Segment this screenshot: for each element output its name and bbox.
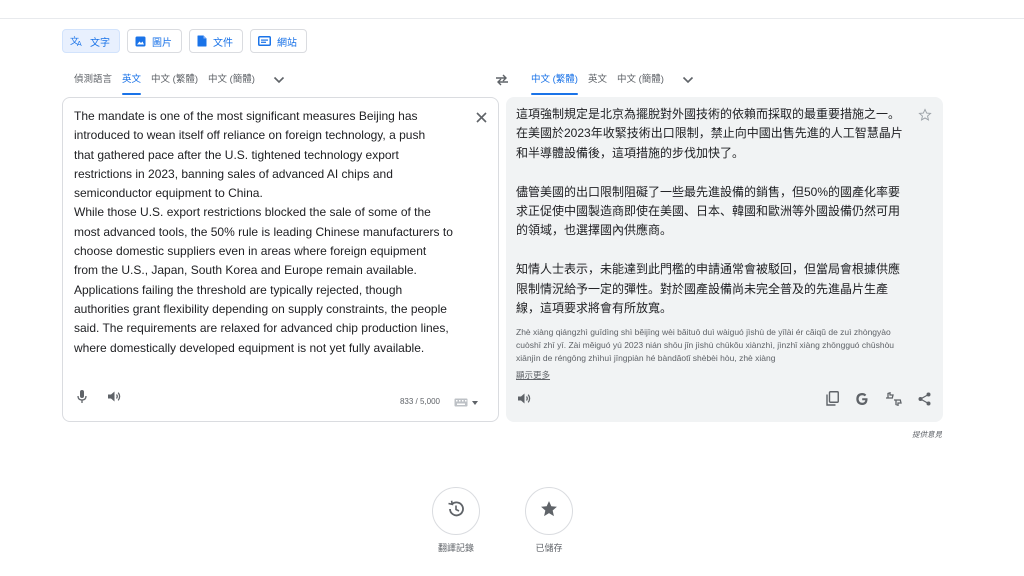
image-icon: [135, 36, 146, 47]
speaker-icon[interactable]: [517, 392, 532, 410]
saved-section: 已儲存: [509, 487, 589, 554]
clear-text-icon[interactable]: [476, 110, 487, 128]
history-label: 翻譯記錄: [437, 543, 474, 553]
google-search-icon[interactable]: [855, 392, 869, 411]
source-textarea[interactable]: The mandate is one of the most significa…: [74, 107, 464, 358]
top-divider: [0, 18, 1024, 19]
translation-paragraph: 知情人士表示，未能達到此門檻的申請通常會被駁回，但當局會根據供應限制情況給予一定…: [516, 262, 901, 316]
mode-tabs: 文A 文字 圖片 文件 網站: [62, 29, 307, 53]
translation-toolbar: [826, 391, 931, 411]
speaker-icon[interactable]: [107, 390, 122, 408]
source-toolbar: [77, 389, 122, 409]
source-language-bar: 偵測語言 英文 中文 (繁體) 中文 (簡體): [74, 68, 285, 95]
mode-image-label: 圖片: [152, 37, 172, 49]
rate-translation-icon[interactable]: [885, 391, 902, 411]
svg-text:A: A: [77, 41, 82, 47]
mode-website-button[interactable]: 網站: [250, 29, 307, 53]
copy-icon[interactable]: [826, 391, 839, 411]
website-icon: [258, 36, 271, 46]
target-lang-english[interactable]: 英文: [588, 68, 607, 92]
chevron-down-icon[interactable]: [682, 76, 694, 84]
microphone-icon[interactable]: [77, 389, 87, 409]
history-section: 翻譯記錄: [416, 487, 496, 554]
source-lang-traditional-chinese[interactable]: 中文 (繁體): [151, 68, 198, 92]
source-lang-simplified-chinese[interactable]: 中文 (簡體): [208, 68, 255, 92]
translation-paragraph: 儘管美國的出口限制阻礙了一些最先進設備的銷售，但50%的國產化率要求正促使中國製…: [516, 184, 901, 238]
mode-document-button[interactable]: 文件: [189, 29, 243, 53]
mode-image-button[interactable]: 圖片: [127, 29, 182, 53]
history-button[interactable]: [432, 487, 480, 535]
saved-button[interactable]: [525, 487, 573, 535]
source-lang-english[interactable]: 英文: [122, 68, 142, 95]
document-icon: [197, 35, 207, 47]
translation-paragraph: 這項強制規定是北京為擺脫對外國技術的依賴而採取的最重要措施之一。在美國於2023…: [516, 107, 903, 160]
character-count: 833 / 5,000: [399, 397, 440, 406]
star-icon: [539, 499, 559, 524]
translate-icon: 文A: [70, 35, 84, 47]
mode-website-label: 網站: [277, 37, 297, 49]
chevron-down-icon[interactable]: [273, 76, 285, 84]
keyboard-icon[interactable]: [454, 398, 478, 407]
show-more-link[interactable]: 顯示更多: [516, 369, 550, 381]
mode-text-label: 文字: [90, 37, 110, 49]
send-feedback-link[interactable]: 提供意見: [912, 429, 942, 440]
translation-text[interactable]: 這項強制規定是北京為擺脫對外國技術的依賴而採取的最重要措施之一。在美國於2023…: [516, 105, 906, 338]
share-icon[interactable]: [918, 392, 931, 411]
history-icon: [446, 499, 466, 524]
translation-panel: 這項強制規定是北京為擺脫對外國技術的依賴而採取的最重要措施之一。在美國於2023…: [506, 97, 943, 422]
target-lang-traditional-chinese[interactable]: 中文 (繁體): [531, 68, 578, 95]
romanization-text: Zhè xiàng qiángzhì guīdìng shì běijīng w…: [516, 327, 895, 364]
mode-text-button[interactable]: 文A 文字: [62, 29, 120, 53]
source-text-panel: The mandate is one of the most significa…: [62, 97, 499, 422]
save-star-icon[interactable]: [918, 108, 932, 127]
target-lang-simplified-chinese[interactable]: 中文 (簡體): [617, 68, 664, 92]
target-language-bar: 中文 (繁體) 英文 中文 (簡體): [531, 68, 694, 95]
swap-languages-icon[interactable]: [495, 73, 509, 91]
saved-label: 已儲存: [535, 543, 563, 553]
mode-document-label: 文件: [213, 37, 233, 49]
source-lang-detect[interactable]: 偵測語言: [74, 68, 112, 92]
